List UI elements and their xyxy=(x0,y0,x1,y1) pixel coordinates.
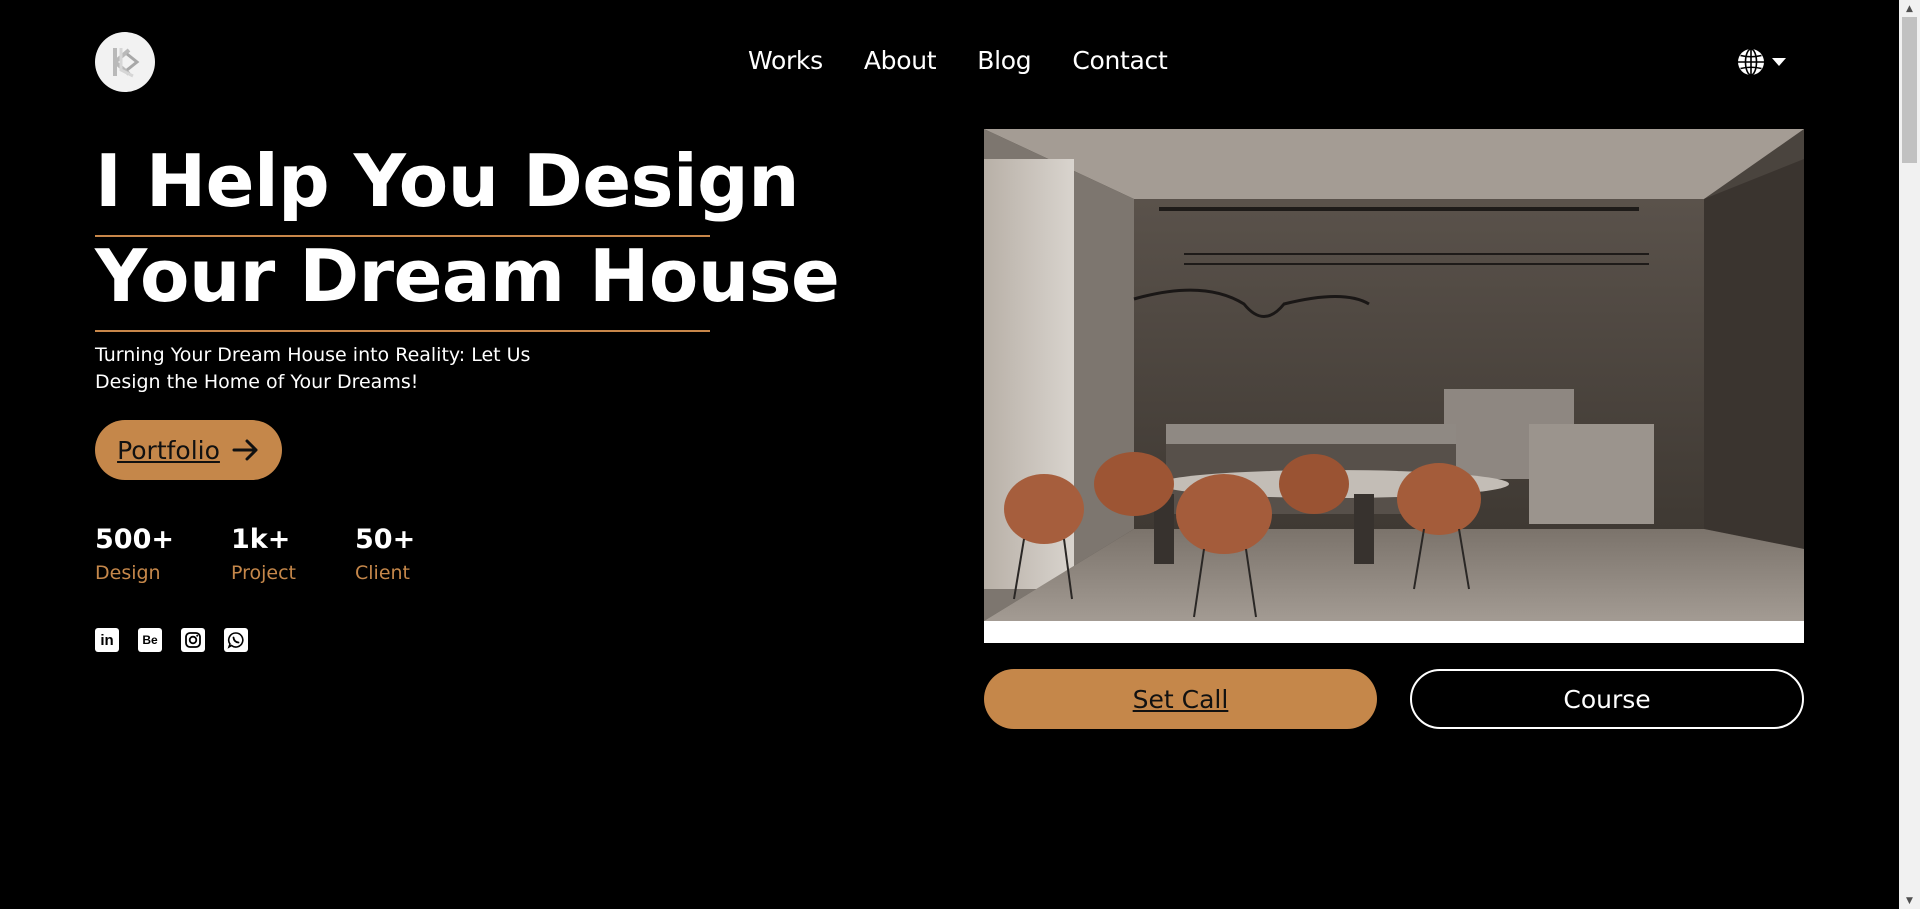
subtitle-line: Turning Your Dream House into Reality: L… xyxy=(95,344,531,366)
stat-design: 500+ Design xyxy=(95,524,231,586)
hero-image xyxy=(984,129,1804,643)
course-button[interactable]: Course xyxy=(1410,669,1804,729)
behance-glyph: Be xyxy=(142,633,158,647)
scroll-down-arrow-icon[interactable]: ▼ xyxy=(1899,892,1920,909)
hero-title-line2: Your Dream House xyxy=(95,234,840,318)
chevron-down-icon xyxy=(1772,58,1786,66)
monogram-logo-icon xyxy=(113,48,140,78)
nav-about[interactable]: About xyxy=(864,46,937,75)
nav-works[interactable]: Works xyxy=(748,46,823,75)
hero-subtitle: Turning Your Dream House into Reality: L… xyxy=(95,342,535,396)
social-links: in Be xyxy=(95,628,248,652)
nav-blog[interactable]: Blog xyxy=(977,46,1031,75)
behance-icon[interactable]: Be xyxy=(138,628,162,652)
whatsapp-icon[interactable] xyxy=(224,628,248,652)
subtitle-line: Design the Home of Your Dreams! xyxy=(95,371,419,393)
scroll-up-arrow-icon[interactable]: ▲ xyxy=(1899,0,1920,17)
stat-client: 50+ Client xyxy=(355,524,435,586)
hero-title-line1: I Help You Design xyxy=(95,139,799,223)
set-call-button[interactable]: Set Call xyxy=(984,669,1377,729)
interior-photo xyxy=(984,129,1804,621)
instagram-icon[interactable] xyxy=(181,628,205,652)
instagram-glyph xyxy=(185,632,201,648)
stat-value: 1k+ xyxy=(231,524,291,555)
stat-label: Design xyxy=(95,562,161,584)
linkedin-glyph: in xyxy=(100,631,114,649)
globe-icon xyxy=(1738,48,1764,76)
site-header: Works About Blog Contact xyxy=(0,0,1899,120)
portfolio-label: Portfolio xyxy=(117,435,220,465)
stat-value: 500+ xyxy=(95,524,174,555)
scroll-thumb[interactable] xyxy=(1902,17,1917,163)
portfolio-button[interactable]: Portfolio xyxy=(95,420,282,480)
arrow-right-icon xyxy=(232,439,258,461)
nav-contact[interactable]: Contact xyxy=(1072,46,1167,75)
title-underline xyxy=(95,330,710,332)
language-selector[interactable] xyxy=(1736,47,1786,77)
stat-label: Project xyxy=(231,562,297,584)
stat-value: 50+ xyxy=(355,524,416,555)
scrollbar[interactable]: ▲ ▼ xyxy=(1899,0,1920,909)
stats: 500+ Design 1k+ Project 50+ Client xyxy=(95,524,435,586)
main-nav: Works About Blog Contact xyxy=(748,46,1209,75)
linkedin-icon[interactable]: in xyxy=(95,628,119,652)
whatsapp-glyph xyxy=(227,632,244,649)
stat-label: Client xyxy=(355,562,411,584)
stat-project: 1k+ Project xyxy=(231,524,355,586)
logo[interactable] xyxy=(95,32,155,92)
